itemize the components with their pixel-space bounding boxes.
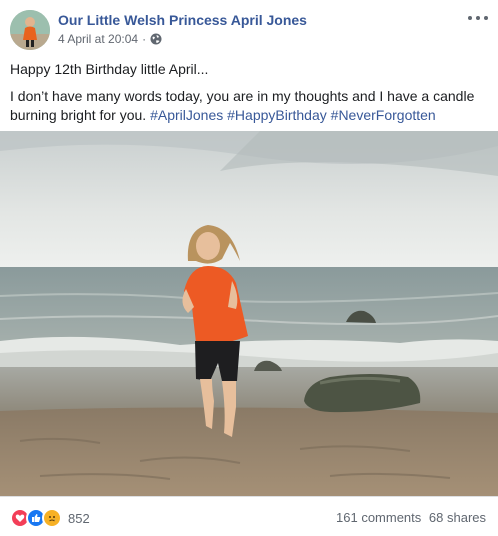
shares-count-link[interactable]: 68 shares [429, 510, 486, 525]
post-photo[interactable] [0, 131, 498, 496]
page-avatar[interactable] [10, 10, 50, 50]
ellipsis-icon[interactable] [466, 10, 490, 26]
post-timestamp[interactable]: 4 April at 20:04 [58, 32, 138, 46]
post-text: Happy 12th Birthday little April... I do… [10, 60, 488, 133]
reactions-summary[interactable]: 852 [10, 508, 90, 528]
hashtag-happybirthday[interactable]: #HappyBirthday [227, 107, 327, 123]
engagement-counts: 161 comments 68 shares [336, 510, 486, 525]
globe-icon[interactable] [150, 33, 162, 45]
post-footer: 852 161 comments 68 shares [0, 496, 498, 536]
hashtag-aprilJones[interactable]: #AprilJones [150, 107, 223, 123]
page-name-link[interactable]: Our Little Welsh Princess April Jones [58, 12, 307, 28]
sad-reaction-icon [42, 508, 62, 528]
post-meta: 4 April at 20:04 · [58, 32, 162, 46]
meta-separator: · [142, 32, 147, 46]
hashtag-neverforgotten[interactable]: #NeverForgotten [331, 107, 436, 123]
comments-count-link[interactable]: 161 comments [336, 510, 421, 525]
post-header: Our Little Welsh Princess April Jones 4 … [0, 0, 498, 58]
post-text-line2: I don’t have many words today, you are i… [10, 87, 488, 125]
post-text-line1: Happy 12th Birthday little April... [10, 61, 209, 77]
reaction-count: 852 [68, 510, 90, 526]
